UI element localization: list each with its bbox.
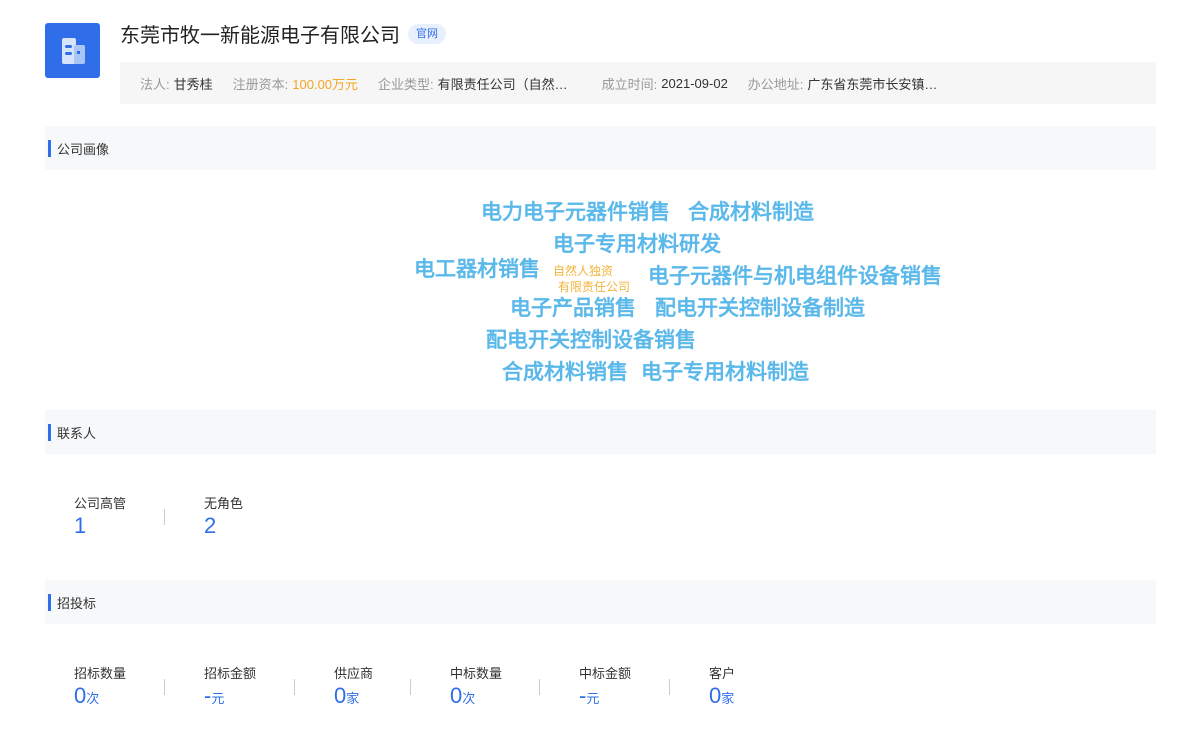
stat-unit: 家 (346, 691, 360, 706)
stat-number: 0 (450, 683, 463, 708)
stat-customers[interactable]: 客户 0家 (709, 663, 735, 712)
cloud-word[interactable]: 配电开关控制设备销售 (486, 329, 696, 353)
stat-divider (164, 509, 165, 525)
stat-value: -元 (204, 683, 256, 712)
stat-label: 客户 (709, 666, 736, 681)
stat-label: 供应商 (334, 666, 374, 681)
stat-tender-count[interactable]: 招标数量 0次 (74, 663, 126, 712)
stat-unit: 次 (86, 691, 100, 706)
company-logo (45, 23, 100, 78)
cloud-word[interactable]: 合成材料制造 (688, 201, 814, 225)
stat-unit: 元 (586, 691, 600, 706)
stat-no-role[interactable]: 无角色 2 (204, 493, 243, 539)
stat-divider (164, 679, 165, 695)
stat-value: 1 (74, 513, 87, 538)
legal-person-value[interactable]: 甘秀桂 (174, 74, 213, 93)
cloud-word[interactable]: 自然人独资 (553, 264, 613, 278)
section-title-contacts: 联系人 (57, 425, 97, 441)
stat-tender-amount[interactable]: 招标金额 -元 (204, 663, 256, 712)
word-cloud: 电力电子元器件销售 合成材料制造 电子专用材料研发 电工器材销售 自然人独资 有… (0, 0, 1200, 752)
stat-label: 招标金额 (204, 666, 257, 681)
section-header-contacts: 联系人 (45, 410, 1156, 454)
stat-value: -元 (579, 683, 631, 712)
company-type-value: 有限责任公司（自然… (437, 76, 568, 92)
stat-label: 招标数量 (74, 666, 127, 681)
stat-suppliers[interactable]: 供应商 0家 (334, 663, 373, 712)
cloud-word[interactable]: 电工器材销售 (414, 258, 540, 282)
cloud-word[interactable]: 电力电子元器件销售 (481, 201, 670, 225)
stat-number: 0 (74, 683, 87, 708)
company-type-label: 企业类型: (378, 76, 434, 92)
stat-winning-amount[interactable]: 中标金额 -元 (579, 663, 631, 712)
stat-label: 中标数量 (450, 666, 503, 681)
stat-label: 中标金额 (579, 666, 632, 681)
cloud-word[interactable]: 电子产品销售 (510, 297, 636, 321)
building-icon (61, 37, 85, 64)
stat-divider (539, 679, 540, 695)
official-site-badge[interactable]: 官网 (408, 23, 446, 44)
stat-value: 0次 (450, 683, 502, 712)
stat-value: 2 (204, 513, 217, 538)
stat-number: 0 (709, 683, 722, 708)
company-name: 东莞市牧一新能源电子有限公司 (120, 25, 400, 47)
office-address-label: 办公地址: (747, 76, 804, 92)
stat-divider (669, 679, 670, 695)
section-title-profile: 公司画像 (57, 141, 110, 157)
cloud-word[interactable]: 电子元器件与机电组件设备销售 (648, 265, 942, 289)
stat-label: 公司高管 (74, 496, 127, 511)
stat-divider (294, 679, 295, 695)
stat-value: 0家 (709, 683, 735, 712)
office-address-value: 广东省东莞市长安镇… (807, 76, 938, 92)
stat-number: 0 (334, 683, 347, 708)
basic-info-bar: 法人: 甘秀桂 注册资本: 100.00万元 企业类型: 有限责任公司（自然… … (120, 62, 1156, 104)
stat-label: 无角色 (204, 496, 244, 511)
stat-unit: 家 (721, 691, 735, 706)
registered-capital-value: 100.00万元 (292, 76, 359, 92)
section-title-bidding: 招投标 (57, 595, 97, 611)
stat-executives[interactable]: 公司高管 1 (74, 493, 126, 539)
stat-unit: 次 (462, 691, 476, 706)
section-accent-bar (48, 593, 51, 611)
cloud-word[interactable]: 配电开关控制设备制造 (655, 297, 865, 321)
stat-value: 0家 (334, 683, 373, 712)
section-accent-bar (48, 423, 51, 441)
cloud-word[interactable]: 合成材料销售 (502, 361, 628, 385)
company-header: 东莞市牧一新能源电子有限公司 官网 (120, 19, 446, 48)
founded-date-value: 2021-09-02 (661, 75, 728, 91)
section-accent-bar (48, 139, 51, 157)
stat-divider (410, 679, 411, 695)
cloud-word[interactable]: 电子专用材料制造 (641, 361, 809, 385)
stat-value: 0次 (74, 683, 126, 712)
section-header-bidding: 招投标 (45, 580, 1156, 624)
registered-capital-label: 注册资本: (232, 76, 289, 92)
cloud-word[interactable]: 有限责任公司 (558, 280, 630, 294)
section-header-profile: 公司画像 (45, 126, 1156, 170)
cloud-word[interactable]: 电子专用材料研发 (553, 233, 721, 257)
stat-winning-count[interactable]: 中标数量 0次 (450, 663, 502, 712)
founded-date-label: 成立时间: (601, 76, 658, 92)
stat-unit: 元 (211, 691, 225, 706)
legal-person-label: 法人: (140, 76, 170, 92)
